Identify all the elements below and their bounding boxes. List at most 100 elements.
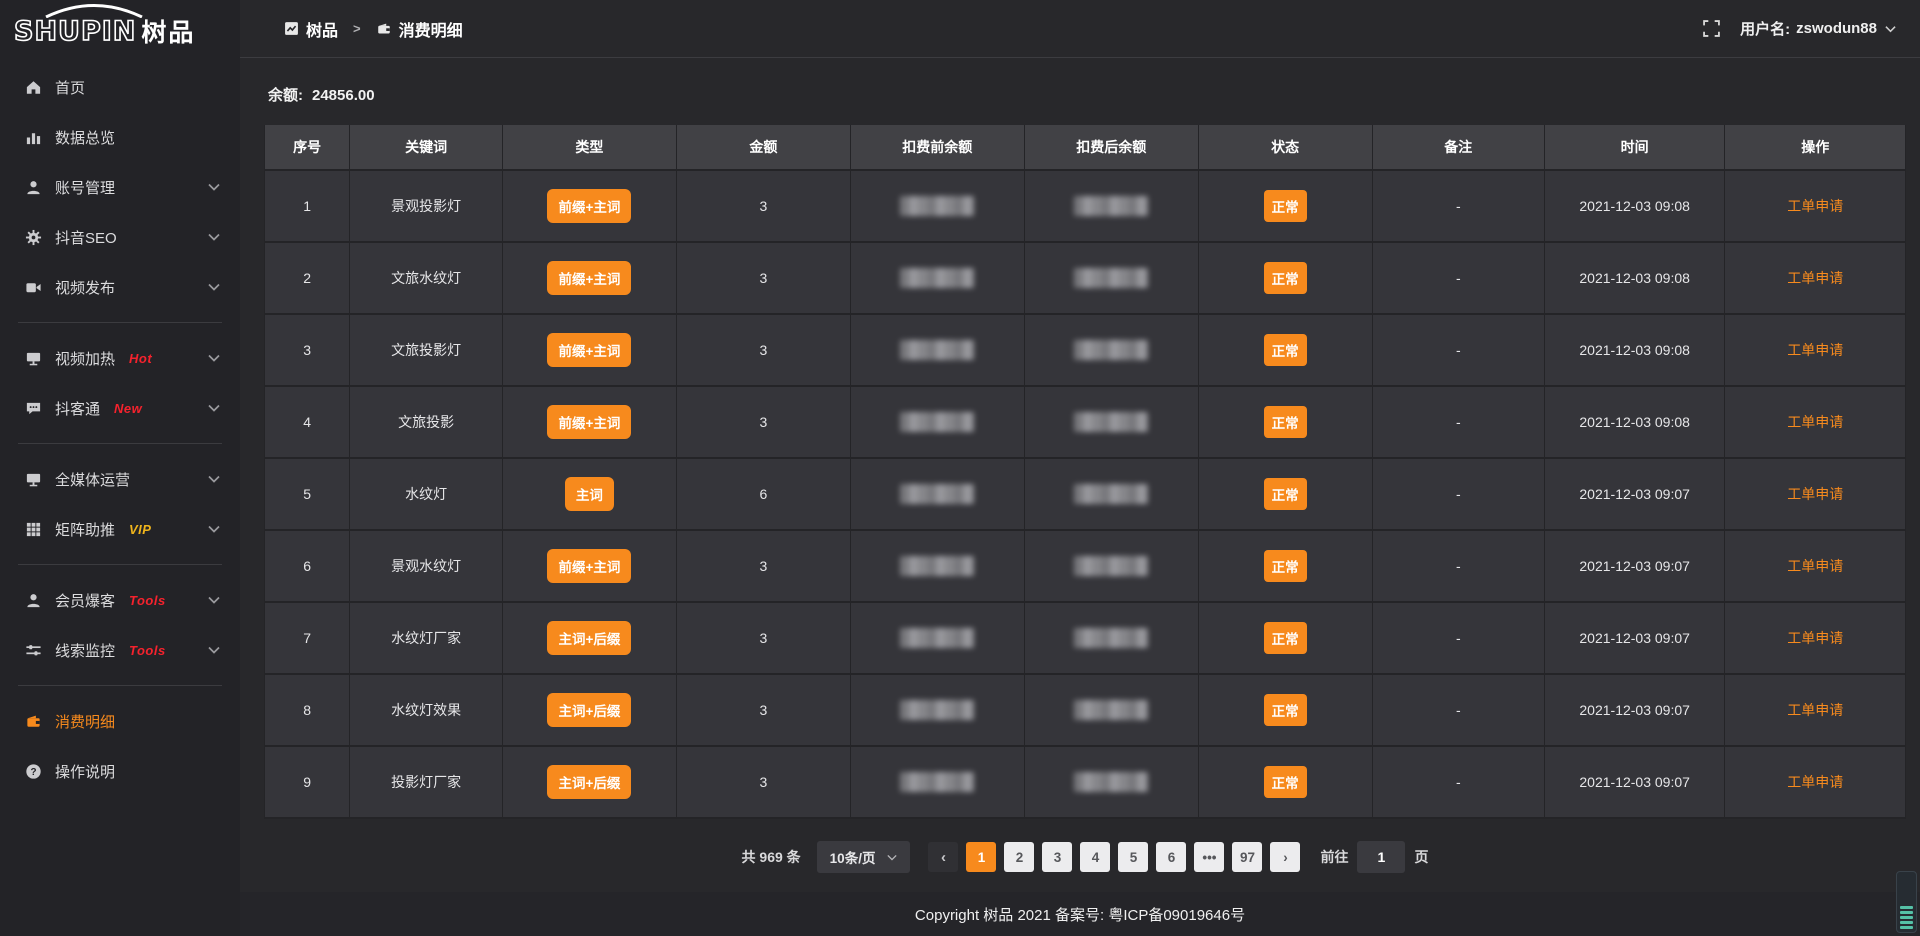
work-order-link[interactable]: 工单申请: [1787, 630, 1843, 646]
page-button[interactable]: 2: [1004, 842, 1034, 872]
sidebar-item[interactable]: 首页: [0, 62, 240, 112]
work-order-link[interactable]: 工单申请: [1787, 558, 1843, 574]
sliders-icon: [24, 641, 42, 659]
page-size-select[interactable]: 10条/页: [817, 841, 911, 873]
cell-seq: 9: [265, 746, 350, 818]
video-icon: [24, 278, 42, 296]
sidebar-item-tag: Hot: [129, 351, 152, 366]
balance-value: 24856.00: [312, 87, 375, 104]
work-order-link[interactable]: 工单申请: [1787, 486, 1843, 502]
sidebar-item-label: 全媒体运营: [55, 469, 130, 490]
status-badge: 正常: [1264, 622, 1307, 654]
main: 树品 > 消费明细 用户名: zswodun88: [240, 0, 1920, 936]
sidebar-item-label: 视频加热: [55, 348, 115, 369]
prev-page-button[interactable]: ‹: [928, 842, 958, 872]
type-badge: 前缀+主词: [547, 333, 631, 367]
topbar-right: 用户名: zswodun88: [1703, 18, 1896, 39]
cell-type: 前缀+主词: [502, 170, 676, 242]
column-header: 状态: [1198, 125, 1372, 170]
sidebar-item[interactable]: 视频加热 Hot: [0, 333, 240, 383]
topbar: 树品 > 消费明细 用户名: zswodun88: [240, 0, 1920, 58]
work-order-link[interactable]: 工单申请: [1787, 342, 1843, 358]
page-button[interactable]: 3: [1042, 842, 1072, 872]
copyright: Copyright 树品 2021 备案号: 粤ICP备09019646号: [915, 904, 1245, 925]
balance-label: 余额:: [268, 87, 303, 104]
sidebar-item-label: 首页: [55, 77, 85, 98]
work-order-link[interactable]: 工单申请: [1787, 270, 1843, 286]
masked-balance-before: [900, 268, 974, 288]
home-icon: [24, 78, 42, 96]
cell-amount: 3: [676, 242, 850, 314]
page-button[interactable]: 1: [966, 842, 996, 872]
cell-note: -: [1372, 530, 1544, 602]
sidebar-item[interactable]: 抖音SEO: [0, 212, 240, 262]
page-button[interactable]: 4: [1080, 842, 1110, 872]
work-order-link[interactable]: 工单申请: [1787, 774, 1843, 790]
sidebar-item[interactable]: 数据总览: [0, 112, 240, 162]
cell-amount: 3: [676, 386, 850, 458]
sidebar-item[interactable]: 消费明细: [0, 696, 240, 746]
cell-seq: 5: [265, 458, 350, 530]
cell-action: 工单申请: [1725, 386, 1906, 458]
total-count: 共 969 条: [742, 847, 801, 867]
sidebar-nav: 首页数据总览账号管理抖音SEO视频发布视频加热 Hot 抖客通New 全媒体运营矩阵助…: [0, 62, 240, 796]
cell-action: 工单申请: [1725, 674, 1906, 746]
breadcrumb-root[interactable]: 树品: [306, 17, 338, 41]
sidebar-item-label: 操作说明: [55, 761, 115, 782]
footer: Copyright 树品 2021 备案号: 粤ICP备09019646号: [240, 892, 1920, 936]
monitor-icon: [24, 470, 42, 488]
sidebar-item[interactable]: 会员爆客Tools: [0, 575, 240, 625]
cell-balance-before: [850, 242, 1024, 314]
cell-keyword: 水纹灯: [350, 458, 503, 530]
cell-balance-after: [1024, 170, 1198, 242]
cell-status: 正常: [1198, 242, 1372, 314]
work-order-link[interactable]: 工单申请: [1787, 414, 1843, 430]
cell-action: 工单申请: [1725, 530, 1906, 602]
sidebar-item[interactable]: ?操作说明: [0, 746, 240, 796]
masked-balance-after: [1074, 700, 1148, 720]
user-menu[interactable]: 用户名: zswodun88: [1740, 18, 1896, 39]
cell-balance-after: [1024, 530, 1198, 602]
page-button[interactable]: 97: [1232, 842, 1262, 872]
page-button[interactable]: 6: [1156, 842, 1186, 872]
cell-amount: 3: [676, 170, 850, 242]
cell-type: 前缀+主词: [502, 242, 676, 314]
cell-balance-before: [850, 386, 1024, 458]
sidebar-item[interactable]: 视频发布: [0, 262, 240, 312]
cell-time: 2021-12-03 09:08: [1544, 242, 1725, 314]
column-header: 时间: [1544, 125, 1725, 170]
floating-widget[interactable]: [1896, 871, 1917, 933]
page-button[interactable]: 5: [1118, 842, 1148, 872]
goto-page-input[interactable]: [1357, 841, 1405, 873]
gear-icon: [24, 228, 42, 246]
next-page-button[interactable]: ›: [1270, 842, 1300, 872]
work-order-link[interactable]: 工单申请: [1787, 198, 1843, 214]
chevron-down-icon: [208, 183, 220, 191]
fullscreen-icon[interactable]: [1703, 20, 1720, 37]
chevron-down-icon: [1885, 25, 1896, 33]
masked-balance-after: [1074, 268, 1148, 288]
sidebar-item-label: 账号管理: [55, 177, 115, 198]
table-row: 5水纹灯主词6正常-2021-12-03 09:07工单申请: [265, 458, 1906, 530]
sidebar-item[interactable]: 线索监控Tools: [0, 625, 240, 675]
masked-balance-before: [900, 628, 974, 648]
masked-balance-after: [1074, 340, 1148, 360]
sidebar-item[interactable]: 全媒体运营: [0, 454, 240, 504]
masked-balance-after: [1074, 628, 1148, 648]
chevron-down-icon: [208, 354, 220, 362]
cell-keyword: 景观水纹灯: [350, 530, 503, 602]
sidebar-item[interactable]: 抖客通New: [0, 383, 240, 433]
sidebar-item[interactable]: 矩阵助推VIP: [0, 504, 240, 554]
sidebar-item[interactable]: 账号管理: [0, 162, 240, 212]
table-row: 8水纹灯效果主词+后缀3正常-2021-12-03 09:07工单申请: [265, 674, 1906, 746]
cell-balance-before: [850, 170, 1024, 242]
cell-balance-after: [1024, 386, 1198, 458]
sidebar-item-label: 会员爆客: [55, 590, 115, 611]
cell-time: 2021-12-03 09:07: [1544, 602, 1725, 674]
type-badge: 主词+后缀: [547, 693, 631, 727]
work-order-link[interactable]: 工单申请: [1787, 702, 1843, 718]
page-ellipsis-button[interactable]: •••: [1194, 842, 1224, 872]
content: 余额:24856.00 序号关键词类型金额扣费前余额扣费后余额状态备注时间操作 …: [240, 58, 1920, 892]
sidebar-item-label: 消费明细: [55, 711, 115, 732]
cell-type: 前缀+主词: [502, 530, 676, 602]
